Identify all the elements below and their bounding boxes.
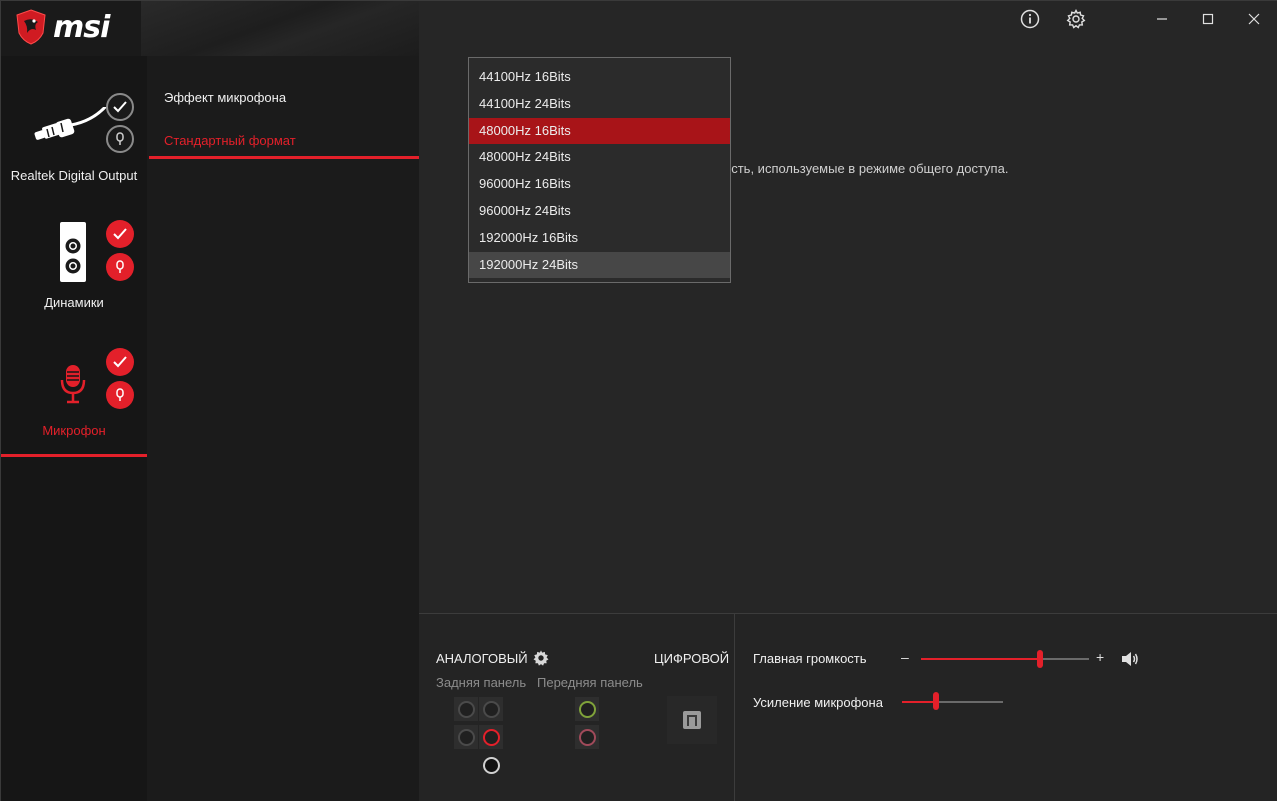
app-window: msi Realtek Digital Output Динамики Микр…: [0, 0, 1277, 801]
format-description: ость, используемые в режиме общего досту…: [724, 161, 1009, 176]
default-device-check-icon[interactable]: [106, 220, 134, 248]
submenu-item-mic-effect[interactable]: Эффект микрофона: [164, 90, 286, 105]
title-bar-decoration: [141, 1, 419, 56]
format-option[interactable]: 44100Hz 16Bits: [469, 64, 730, 91]
maximize-button[interactable]: [1196, 7, 1220, 31]
front-jack-headphone[interactable]: [575, 697, 599, 721]
front-jack-mic[interactable]: [575, 725, 599, 749]
active-device-indicator: [1, 454, 147, 457]
device-realtek-digital-output[interactable]: Realtek Digital Output: [1, 87, 147, 197]
master-volume-fill: [921, 658, 1040, 660]
active-submenu-indicator: [149, 156, 419, 159]
device-speakers[interactable]: Динамики: [1, 211, 147, 321]
master-volume-thumb[interactable]: [1037, 650, 1043, 668]
brand-name: msi: [53, 9, 110, 45]
volume-plus[interactable]: +: [1096, 649, 1104, 665]
device-label: Realtek Digital Output: [10, 168, 138, 183]
master-volume-slider[interactable]: [921, 650, 1089, 670]
rear-jack-mic-active[interactable]: [479, 725, 503, 749]
optical-port-icon[interactable]: [667, 696, 717, 744]
device-label: Динамики: [44, 295, 104, 310]
settings-gear-icon[interactable]: [1064, 7, 1088, 31]
minimize-button[interactable]: [1150, 7, 1174, 31]
default-device-check-icon[interactable]: [106, 93, 134, 121]
device-label: Микрофон: [42, 423, 106, 438]
rear-jack-3[interactable]: [454, 725, 478, 749]
speaker-icon: [60, 222, 86, 282]
format-option-selected[interactable]: 48000Hz 16Bits: [469, 117, 730, 145]
mic-boost-fill: [902, 701, 936, 703]
sample-format-dropdown[interactable]: 44100Hz 16Bits 44100Hz 24Bits 48000Hz 16…: [468, 57, 731, 283]
format-option-hovered[interactable]: 192000Hz 24Bits: [469, 251, 730, 279]
rear-panel-label: Задняя панель: [436, 675, 527, 690]
format-option[interactable]: 192000Hz 16Bits: [469, 225, 730, 252]
info-icon[interactable]: [1018, 7, 1042, 31]
speaker-volume-icon[interactable]: [1121, 651, 1139, 667]
digital-plug-icon: [34, 107, 108, 140]
mic-boost-label: Усиление микрофона: [753, 695, 883, 710]
submenu-item-default-format[interactable]: Стандартный формат: [164, 133, 296, 148]
mic-boost-thumb[interactable]: [933, 692, 939, 710]
format-option[interactable]: 96000Hz 16Bits: [469, 171, 730, 198]
msi-dragon-shield-icon: [16, 9, 46, 45]
title-bar: msi: [1, 1, 419, 56]
volume-panel: Главная громкость – + Усиление микрофона: [735, 613, 1277, 801]
default-communication-mic-icon[interactable]: [106, 381, 134, 409]
master-volume-label: Главная громкость: [753, 651, 867, 666]
rear-jack-5[interactable]: [479, 753, 503, 777]
microphone-icon: [60, 365, 86, 404]
submenu: Эффект микрофона Стандартный формат: [147, 56, 419, 801]
connector-panel: АНАЛОГОВЫЙ ЦИФРОВОЙ Задняя панель Передн…: [419, 613, 735, 801]
default-communication-mic-icon[interactable]: [106, 253, 134, 281]
volume-minus[interactable]: –: [901, 649, 909, 665]
analog-title: АНАЛОГОВЫЙ: [436, 651, 528, 666]
format-option[interactable]: 44100Hz 24Bits: [469, 91, 730, 118]
digital-title: ЦИФРОВОЙ: [654, 651, 730, 666]
analog-settings-gear-icon[interactable]: [532, 649, 550, 667]
close-button[interactable]: [1242, 7, 1266, 31]
device-microphone[interactable]: Микрофон: [1, 339, 147, 454]
default-device-check-icon[interactable]: [106, 348, 134, 376]
rear-jack-2[interactable]: [479, 697, 503, 721]
default-communication-mic-icon[interactable]: [106, 125, 134, 153]
rear-jack-1[interactable]: [454, 697, 478, 721]
msi-logo: msi: [15, 9, 110, 45]
front-panel-label: Передняя панель: [537, 675, 643, 690]
mic-boost-slider[interactable]: [902, 692, 1003, 712]
format-option[interactable]: 48000Hz 24Bits: [469, 144, 730, 171]
format-option[interactable]: 96000Hz 24Bits: [469, 198, 730, 225]
